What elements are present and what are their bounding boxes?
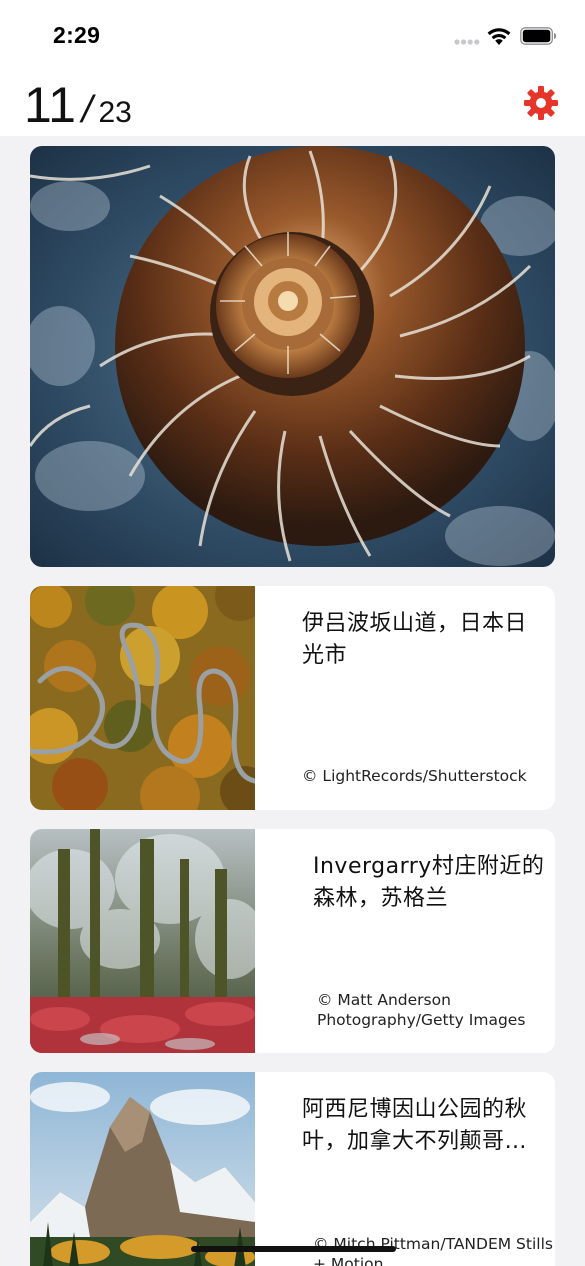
story-credit: © LightRecords/Shutterstock [302,767,527,785]
winding-road-autumn-forest-image [30,586,255,810]
story-card[interactable]: 伊吕波坂山道，日本日光市 © LightRecords/Shutterstock [30,586,555,810]
story-title: 阿西尼博因山公园的秋叶，加拿大不列颠哥… [302,1097,528,1154]
battery-icon [520,27,557,45]
story-title: 伊吕波坂山道，日本日光市 [302,611,528,668]
page-counter: 11/23 [24,76,132,134]
ammonite-fossil-image [30,146,555,567]
counter-separator: / [77,89,98,131]
hero-image-card[interactable] [30,146,555,567]
status-bar: 2:29 [0,0,585,70]
app-screen: 2:29 11/23 伊吕波坂山道，日本日光市 © LightRecords/S… [0,0,585,1266]
frosted-forest-red-ferns-image [30,829,255,1053]
cellular-signal-icon [454,39,480,45]
story-credit: © Matt Anderson Photography/Getty Images [317,991,526,1029]
mountain-peak-autumn-trees-image [30,1072,255,1266]
story-thumbnail [30,1072,255,1266]
current-index: 11 [24,77,76,133]
total-count: 23 [98,96,132,129]
story-title: Invergarry村庄附近的森林，苏格兰 [313,854,545,911]
wifi-icon [487,28,511,45]
story-thumbnail [30,586,255,810]
story-thumbnail [30,829,255,1053]
story-card[interactable]: 阿西尼博因山公园的秋叶，加拿大不列颠哥… © Mitch Pittman/TAN… [30,1072,555,1266]
home-indicator[interactable] [191,1246,396,1252]
gear-icon[interactable] [523,85,559,121]
story-card[interactable]: Invergarry村庄附近的森林，苏格兰 © Matt Anderson Ph… [30,829,555,1053]
app-header: 11/23 [0,70,585,136]
status-time: 2:29 [53,22,101,48]
